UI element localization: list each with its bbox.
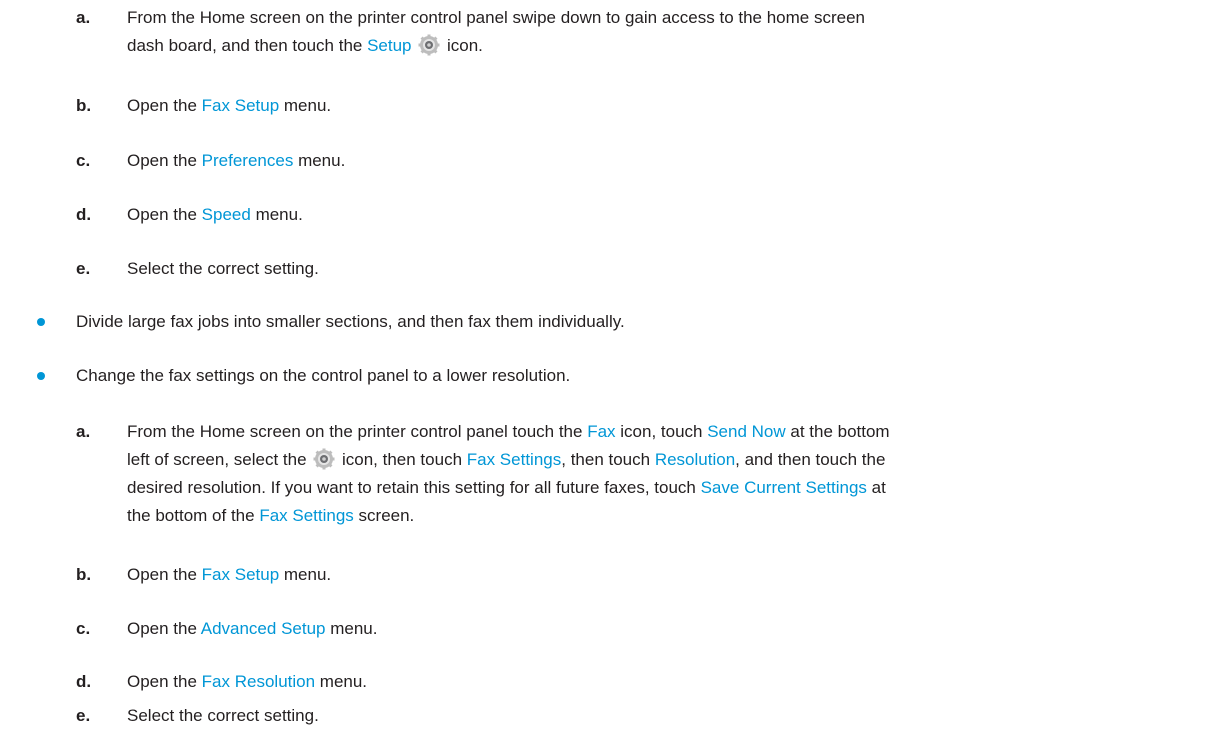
step-letter: d. [76,672,92,691]
document-page: a. From the Home screen on the printer c… [0,0,1218,733]
step-text: From the Home screen on the printer cont… [127,422,890,525]
gear-icon [313,448,335,470]
bullet-icon [37,318,45,326]
gear-icon [418,34,440,56]
preferences-link: Preferences [201,151,294,170]
step-letter: a. [76,422,91,441]
save-current-settings-link: Save Current Settings [700,478,867,497]
step-text: Select the correct setting. [127,706,319,725]
step-letter: b. [76,565,92,584]
send-now-link: Send Now [707,422,786,441]
fax-setup-link: Fax Setup [201,565,280,584]
step-letter: d. [76,205,92,224]
step-text: Open the Fax Resolution menu. [127,672,368,691]
fax-resolution-link: Fax Resolution [201,672,316,691]
step-text: Open the Fax Setup menu. [127,565,332,584]
step-text: From the Home screen on the printer cont… [127,8,865,56]
step-text: Open the Fax Setup menu. [127,96,332,115]
setup-link: Setup [367,36,412,55]
step-text: Open the Speed menu. [127,205,303,224]
step-letter: b. [76,96,92,115]
bullet-icon [37,372,45,380]
step-text: Open the Advanced Setup menu. [127,619,378,638]
fax-settings-link: Fax Settings [259,506,354,525]
advanced-setup-link: Advanced Setup [200,619,326,638]
speed-link: Speed [201,205,251,224]
fax-link: Fax [587,422,616,441]
step-letter: e. [76,259,91,278]
step-letter: a. [76,8,91,27]
fax-setup-link: Fax Setup [201,96,280,115]
fax-settings-link: Fax Settings [466,450,562,469]
resolution-link: Resolution [654,450,736,469]
bullet-text: Change the fax settings on the control p… [76,366,571,385]
step-letter: c. [76,619,91,638]
step-text: Open the Preferences menu. [127,151,346,170]
step-letter: c. [76,151,91,170]
step-letter: e. [76,706,91,725]
bullet-text: Divide large fax jobs into smaller secti… [76,312,625,331]
step-text: Select the correct setting. [127,259,319,278]
